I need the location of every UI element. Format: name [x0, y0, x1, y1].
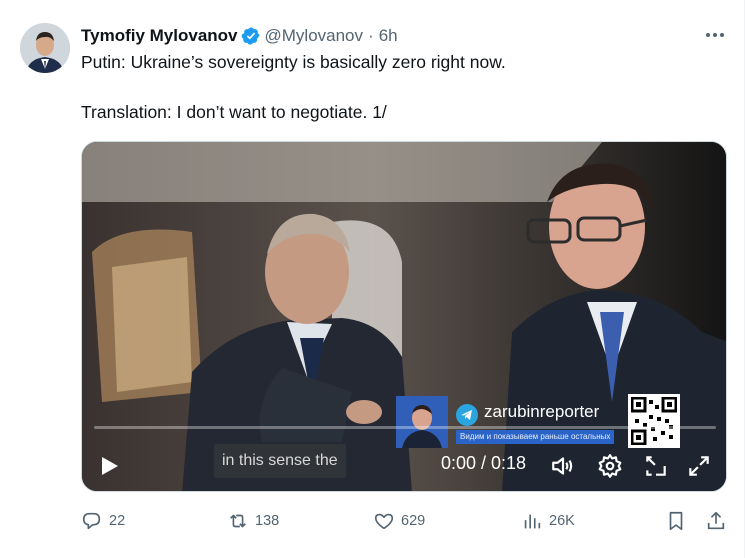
share-button[interactable]	[705, 508, 727, 534]
tweet-text-line-2: Translation: I don’t want to negotiate. …	[81, 102, 387, 122]
verified-badge-icon[interactable]	[241, 26, 261, 46]
display-name[interactable]: Tymofiy Mylovanov	[81, 26, 238, 46]
bookmark-button[interactable]	[665, 508, 687, 534]
volume-icon[interactable]	[550, 453, 576, 479]
reply-count: 22	[109, 513, 126, 529]
tweet-header: Tymofiy Mylovanov @Mylovanov · 6h	[81, 24, 398, 48]
like-button[interactable]: 629	[373, 508, 425, 534]
watermark-photo	[396, 396, 448, 448]
video-subtitle: in this sense the	[214, 444, 346, 478]
play-icon[interactable]	[98, 455, 120, 477]
handle[interactable]: @Mylovanov	[265, 26, 364, 46]
video-time: 0:00 / 0:18	[441, 453, 527, 473]
video-progress-bar[interactable]	[94, 426, 716, 429]
separator-dot: ·	[368, 26, 374, 45]
channel-watermark: zarubinreporter Видим и показываем раньш…	[396, 394, 686, 450]
tweet-card[interactable]: Tymofiy Mylovanov @Mylovanov · 6h Putin:…	[0, 0, 745, 558]
views-icon	[524, 514, 541, 529]
tweet-actions: 22 138 629 26K	[81, 508, 731, 534]
qr-code-icon	[628, 394, 680, 448]
repost-count: 138	[255, 513, 280, 529]
avatar[interactable]	[20, 23, 70, 73]
repost-button[interactable]: 138	[227, 508, 279, 534]
watermark-tagline: Видим и показываем раньше остальных	[456, 430, 615, 444]
views-button[interactable]: 26K	[521, 508, 575, 534]
reply-button[interactable]: 22	[81, 508, 125, 534]
reply-icon	[82, 512, 101, 530]
timestamp[interactable]: 6h	[379, 26, 398, 46]
tweet-text-line-1: Putin: Ukraine’s sovereignty is basicall…	[81, 52, 506, 72]
watermark-channel-name: zarubinreporter	[484, 402, 600, 421]
share-icon	[707, 511, 725, 530]
video-player[interactable]: zarubinreporter Видим и показываем раньш…	[81, 141, 727, 492]
popout-icon[interactable]	[643, 453, 669, 479]
views-count: 26K	[549, 513, 575, 529]
telegram-icon	[456, 404, 478, 426]
repost-icon	[230, 514, 246, 528]
fullscreen-icon[interactable]	[686, 453, 712, 479]
like-count: 629	[401, 513, 426, 529]
more-icon[interactable]	[702, 24, 728, 46]
heart-icon	[374, 513, 394, 530]
bookmark-icon	[669, 511, 683, 531]
gear-icon[interactable]	[597, 453, 623, 479]
